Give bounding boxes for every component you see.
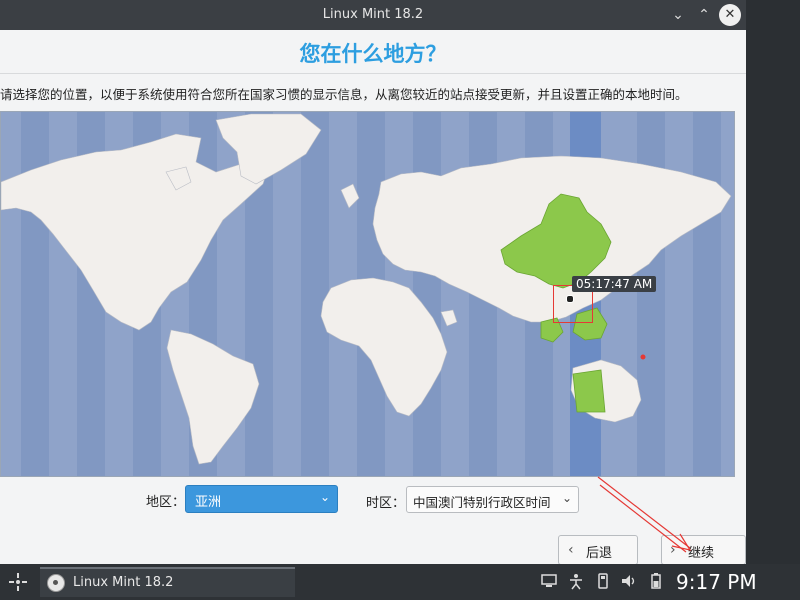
volume-icon[interactable]	[620, 572, 638, 590]
accessibility-icon[interactable]	[567, 572, 585, 590]
taskbar-window-item[interactable]: Linux Mint 18.2	[40, 567, 295, 597]
taskbar-clock[interactable]: 9:17 PM	[676, 570, 757, 594]
window-title: Linux Mint 18.2	[322, 7, 424, 22]
timezone-select[interactable]: 中国澳门特别行政区时间 ⌄	[406, 486, 579, 513]
timezone-map[interactable]	[0, 111, 735, 477]
maximize-button[interactable]: ⌃	[694, 5, 714, 25]
back-button-label: 后退	[586, 546, 613, 561]
taskbar-window-title: Linux Mint 18.2	[73, 575, 174, 590]
timezone-selected-value: 中国澳门特别行政区时间	[413, 495, 551, 510]
world-map-graphic	[1, 112, 734, 476]
page-description: 请选择您的位置，以便于系统使用符合您所在国家习惯的显示信息，从离您较近的站点接受…	[0, 87, 688, 102]
network-icon[interactable]	[540, 572, 558, 590]
continue-button[interactable]: › 继续	[661, 535, 746, 564]
chevron-up-icon: ⌃	[698, 7, 710, 23]
disc-icon	[47, 574, 65, 592]
minimize-button[interactable]: ⌄	[668, 5, 688, 25]
close-icon: ✕	[724, 7, 736, 22]
back-button[interactable]: ‹ 后退	[558, 535, 638, 564]
chevron-left-icon: ‹	[568, 542, 574, 558]
usb-icon[interactable]	[594, 572, 612, 590]
continue-button-label: 继续	[688, 546, 715, 561]
timezone-label: 时区：	[366, 496, 406, 511]
region-select[interactable]: 亚洲 ⌄	[185, 485, 338, 513]
header-divider	[0, 73, 746, 74]
location-pin-icon	[566, 295, 574, 303]
battery-icon[interactable]	[647, 572, 665, 590]
page-title: 您在什么地方？	[299, 42, 447, 66]
installer-window: Linux Mint 18.2 ⌄ ⌃ ✕ 您在什么地方？ 请选择您的位置，以便…	[0, 0, 746, 564]
region-label: 地区：	[146, 495, 186, 510]
close-button[interactable]: ✕	[719, 4, 741, 26]
chevron-right-icon: ›	[670, 542, 676, 558]
map-time-label: 05:17:47 AM	[572, 276, 657, 292]
region-selected-value: 亚洲	[195, 495, 222, 510]
chevron-down-icon: ⌄	[319, 490, 330, 504]
chevron-down-icon: ⌄	[561, 491, 572, 505]
chevron-down-icon: ⌄	[672, 7, 684, 23]
start-menu-icon[interactable]	[8, 572, 28, 592]
title-bar[interactable]: Linux Mint 18.2 ⌄ ⌃ ✕	[0, 0, 746, 30]
